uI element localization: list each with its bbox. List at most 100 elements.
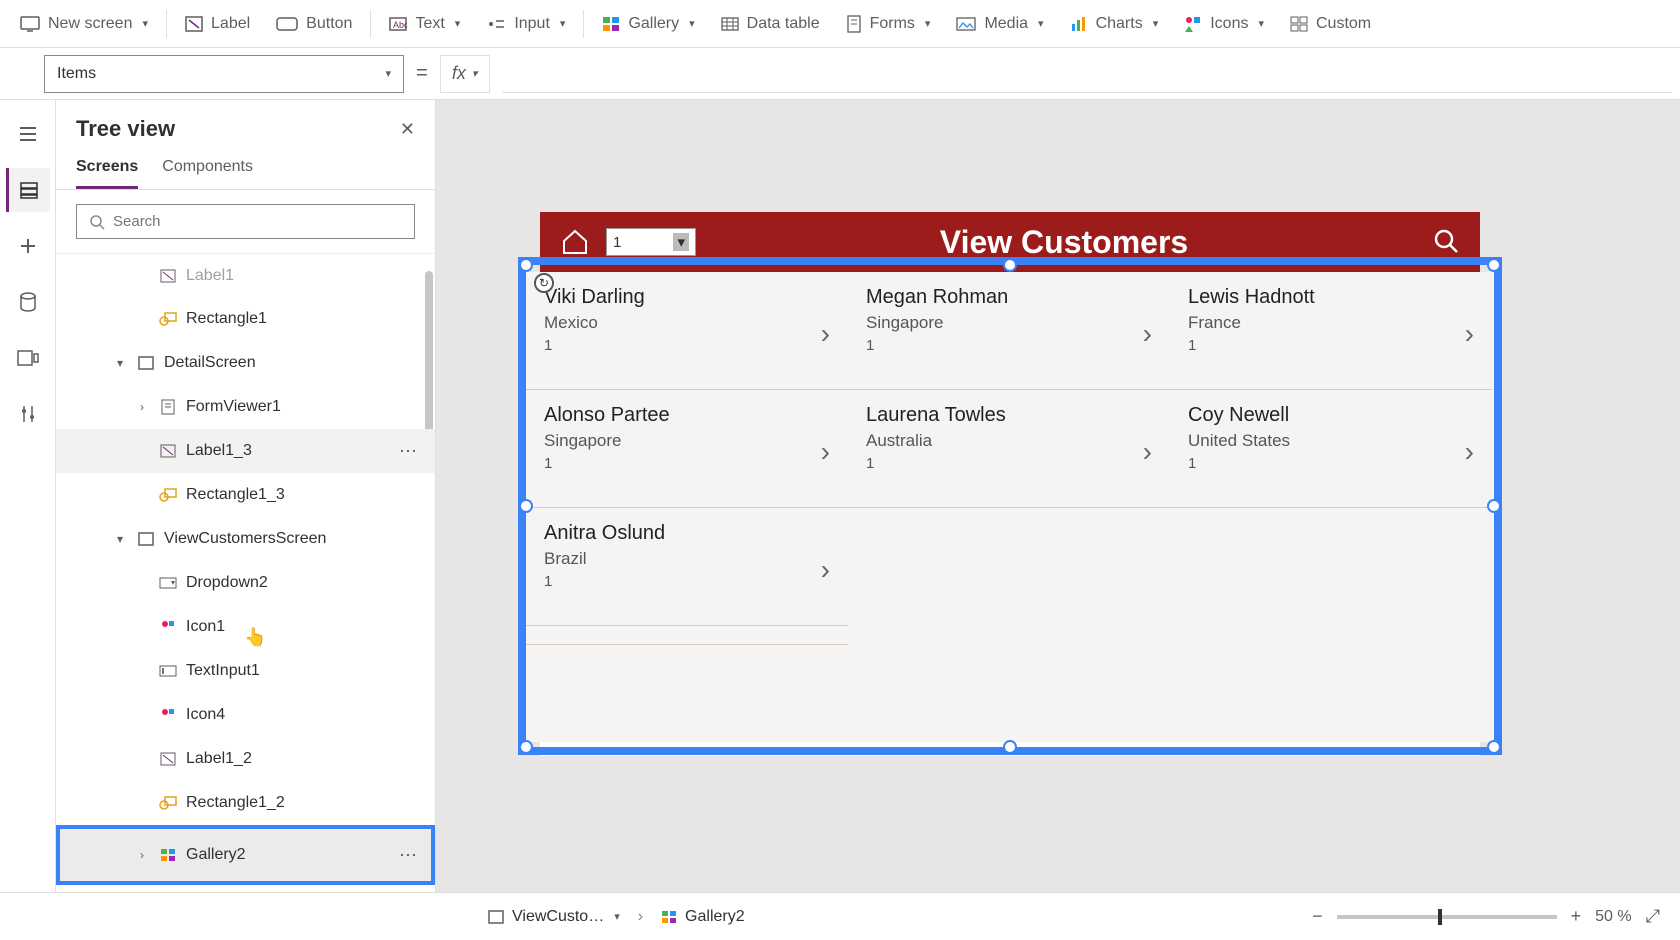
customer-name: Lewis Hadnott <box>1188 286 1474 309</box>
tree-node-detailscreen[interactable]: ▾ DetailScreen <box>56 341 435 385</box>
close-icon[interactable]: ✕ <box>400 119 415 140</box>
tree-node-rectangle1-3[interactable]: Rectangle1_3 <box>56 473 435 517</box>
breadcrumb-control-label: Gallery2 <box>685 908 745 926</box>
tree-node-viewcustomersscreen[interactable]: ▾ ViewCustomersScreen <box>56 517 435 561</box>
tree-node-homescreen[interactable]: › HomeScreen <box>56 885 435 892</box>
tree-label: Rectangle1_3 <box>186 486 435 504</box>
label-button[interactable]: Label <box>173 9 262 39</box>
tree-node-rectangle1-2[interactable]: Rectangle1_2 <box>56 781 435 825</box>
gallery-preview[interactable]: Viki DarlingMexico1›Megan RohmanSingapor… <box>526 272 1494 742</box>
chevron-right-icon[interactable]: › <box>1465 436 1474 468</box>
tree-node-dropdown2[interactable]: Dropdown2 <box>56 561 435 605</box>
text-menu[interactable]: Abc Text ▾ <box>377 9 472 39</box>
zoom-thumb[interactable] <box>1438 909 1442 925</box>
custom-menu[interactable]: Custom <box>1278 9 1383 39</box>
advanced-tools-button[interactable] <box>6 392 50 436</box>
tab-screens[interactable]: Screens <box>76 150 138 189</box>
gallery-item[interactable]: Lewis HadnottFrance1› <box>1170 272 1492 390</box>
resize-handle[interactable] <box>1487 740 1501 754</box>
charts-menu[interactable]: Charts ▾ <box>1058 9 1171 39</box>
tree-node-icon1[interactable]: Icon1 <box>56 605 435 649</box>
gallery-icon <box>661 910 677 924</box>
preview-header: 1 ▾ View Customers <box>540 212 1480 272</box>
tree-label: Icon4 <box>186 706 435 724</box>
chevron-right-icon[interactable]: › <box>1465 318 1474 350</box>
tree-search-input[interactable] <box>76 204 415 239</box>
data-table-button[interactable]: Data table <box>709 9 832 39</box>
resize-handle[interactable] <box>519 258 533 272</box>
media-rail-button[interactable] <box>6 336 50 380</box>
icons-menu[interactable]: Icons ▾ <box>1172 9 1276 39</box>
tree-node-label1[interactable]: Label1 <box>56 253 435 297</box>
caret-right-icon[interactable]: › <box>134 400 150 414</box>
gallery-menu[interactable]: Gallery ▾ <box>590 9 706 39</box>
zoom-out-button[interactable]: − <box>1312 906 1323 927</box>
resize-handle[interactable] <box>1487 258 1501 272</box>
input-menu[interactable]: Input ▾ <box>474 9 577 39</box>
new-screen-button[interactable]: New screen ▾ <box>8 9 160 39</box>
gallery-item[interactable]: Laurena TowlesAustralia1› <box>848 390 1170 508</box>
forms-menu[interactable]: Forms ▾ <box>834 9 943 39</box>
breadcrumb: ViewCusto… ▾ › Gallery2 <box>480 902 753 932</box>
dropdown-value: 1 <box>613 234 621 251</box>
fx-label: fx <box>452 63 466 84</box>
fx-button[interactable]: fx ▾ <box>440 55 490 93</box>
chevron-down-icon: ▾ <box>925 17 931 30</box>
caret-right-icon[interactable]: › <box>134 848 150 862</box>
label-icon <box>158 749 178 769</box>
tree-view-rail-button[interactable] <box>6 168 50 212</box>
resize-handle[interactable] <box>519 740 533 754</box>
gallery-item[interactable]: Anitra OslundBrazil1› <box>526 508 848 626</box>
caret-down-icon[interactable]: ▾ <box>112 356 128 370</box>
screen-icon <box>136 353 156 373</box>
chevron-right-icon[interactable]: › <box>1143 318 1152 350</box>
gallery-item[interactable]: Coy NewellUnited States1› <box>1170 390 1492 508</box>
gallery-item[interactable]: Viki DarlingMexico1› <box>526 272 848 390</box>
gallery-item[interactable]: Alonso ParteeSingapore1› <box>526 390 848 508</box>
custom-menu-label: Custom <box>1316 15 1371 33</box>
chevron-right-icon[interactable]: › <box>821 436 830 468</box>
chevron-right-icon[interactable]: › <box>821 554 830 586</box>
zoom-slider[interactable] <box>1337 915 1557 919</box>
region-dropdown[interactable]: 1 ▾ <box>606 228 696 256</box>
media-menu[interactable]: Media ▾ <box>944 9 1055 39</box>
tree-node-textinput1[interactable]: TextInput1 <box>56 649 435 693</box>
button-insert[interactable]: Button <box>264 9 364 39</box>
charts-menu-label: Charts <box>1096 15 1143 33</box>
hamburger-button[interactable] <box>6 112 50 156</box>
shape-icon <box>158 485 178 505</box>
tree-node-label1-3[interactable]: Label1_3 ⋯ 👆 <box>56 429 435 473</box>
formula-input[interactable] <box>502 55 1672 93</box>
chevron-down-icon: ▾ <box>472 67 478 80</box>
data-table-label: Data table <box>747 15 820 33</box>
chevron-right-icon[interactable]: › <box>821 318 830 350</box>
zoom-in-button[interactable]: + <box>1571 906 1582 927</box>
tree-search-field[interactable] <box>113 213 402 230</box>
tree-node-formviewer1[interactable]: › FormViewer1 <box>56 385 435 429</box>
chevron-right-icon[interactable]: › <box>1143 436 1152 468</box>
more-icon[interactable]: ⋯ <box>399 845 435 866</box>
canvas-area[interactable]: 1 ▾ View Customers Viki DarlingMexico1›M… <box>436 100 1680 892</box>
data-rail-button[interactable] <box>6 280 50 324</box>
caret-down-icon[interactable]: ▾ <box>112 532 128 546</box>
gallery-item[interactable]: Megan RohmanSingapore1› <box>848 272 1170 390</box>
label-menu-label: Label <box>211 15 250 33</box>
chevron-down-icon: ▾ <box>455 17 461 30</box>
fit-to-window-button[interactable]: ⤢ <box>1646 906 1660 927</box>
search-icon[interactable] <box>1432 227 1460 258</box>
property-selector[interactable]: Items ▾ <box>44 55 404 93</box>
home-icon[interactable] <box>560 227 590 258</box>
tree-label: Label1_3 <box>186 442 399 460</box>
tree-node-gallery2[interactable]: › Gallery2 ⋯ <box>56 825 435 885</box>
tab-components[interactable]: Components <box>162 150 253 189</box>
breadcrumb-control[interactable]: Gallery2 <box>653 902 753 932</box>
tree-node-label1-2[interactable]: Label1_2 <box>56 737 435 781</box>
insert-rail-button[interactable] <box>6 224 50 268</box>
tree-node-icon4[interactable]: Icon4 <box>56 693 435 737</box>
breadcrumb-screen[interactable]: ViewCusto… ▾ <box>480 902 628 932</box>
tree-list[interactable]: Label1 Rectangle1 ▾ DetailScreen › FormV… <box>56 253 435 892</box>
customer-country: United States <box>1188 431 1474 451</box>
more-icon[interactable]: ⋯ <box>399 441 435 462</box>
tree-node-rectangle1[interactable]: Rectangle1 <box>56 297 435 341</box>
customer-region: 1 <box>1188 337 1474 354</box>
